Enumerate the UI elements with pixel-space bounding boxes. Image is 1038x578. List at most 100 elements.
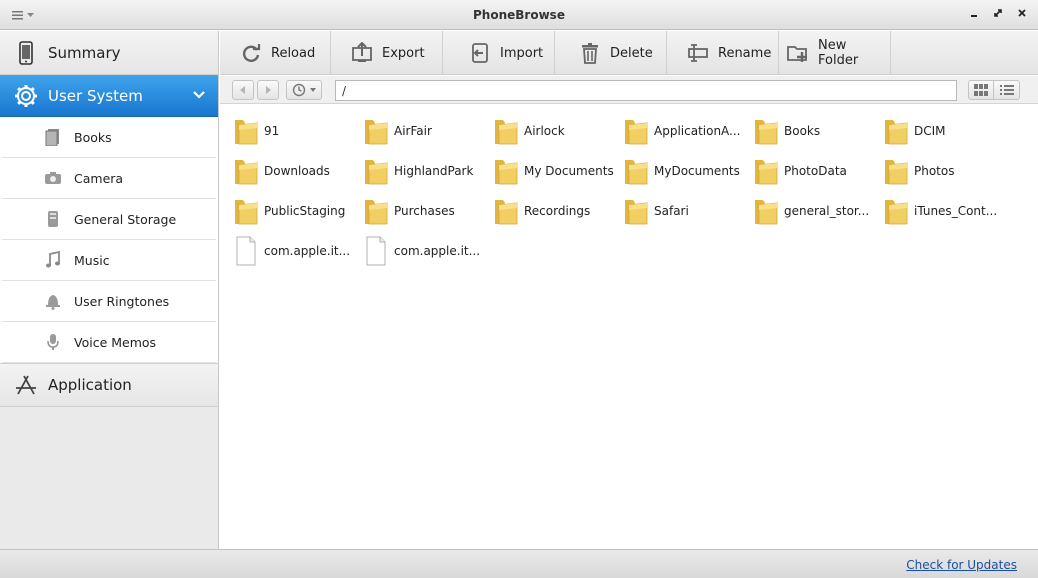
sidebar-item-label: Camera xyxy=(74,170,124,186)
folder-item[interactable]: 91 xyxy=(232,111,362,151)
new-folder-button[interactable]: New Folder xyxy=(779,31,891,75)
file-name: PublicStaging xyxy=(264,204,346,218)
folder-item[interactable]: AirFair xyxy=(362,111,492,151)
folder-item[interactable]: Downloads xyxy=(232,151,362,191)
sidebar-item-music[interactable]: Music xyxy=(2,240,216,281)
forward-button[interactable] xyxy=(257,80,279,100)
history-button[interactable] xyxy=(286,80,322,100)
folder-icon xyxy=(622,195,650,227)
gear-icon xyxy=(14,84,38,108)
file-name: PhotoData xyxy=(784,164,847,178)
file-name: Recordings xyxy=(524,204,591,218)
arrow-left-icon xyxy=(240,86,245,94)
close-button[interactable] xyxy=(1012,7,1032,23)
trash-icon xyxy=(579,42,601,64)
folder-icon xyxy=(232,195,260,227)
folder-icon xyxy=(492,155,520,187)
back-button[interactable] xyxy=(232,80,254,100)
folder-item[interactable]: PhotoData xyxy=(752,151,882,191)
folder-item[interactable]: MyDocuments xyxy=(622,151,752,191)
file-name: DCIM xyxy=(914,124,946,138)
folder-icon xyxy=(752,195,780,227)
file-name: 91 xyxy=(264,124,280,138)
folder-icon xyxy=(232,155,260,187)
file-name: general_stor... xyxy=(784,204,870,218)
storage-icon xyxy=(44,210,62,228)
folder-icon xyxy=(362,115,390,147)
folder-item[interactable]: HighlandPark xyxy=(362,151,492,191)
folder-item[interactable]: general_stor... xyxy=(752,191,882,231)
folder-item[interactable]: PublicStaging xyxy=(232,191,362,231)
folder-icon xyxy=(882,195,910,227)
sidebar-application-label: Application xyxy=(48,376,132,394)
folder-icon xyxy=(492,195,520,227)
address-bar xyxy=(220,76,1038,104)
export-button[interactable]: Export xyxy=(331,31,443,75)
folder-item[interactable]: Recordings xyxy=(492,191,622,231)
window-title: PhoneBrowse xyxy=(473,8,565,22)
camera-icon xyxy=(44,169,62,187)
rename-button[interactable]: Rename xyxy=(667,31,779,75)
folder-icon xyxy=(362,155,390,187)
sidebar-item-label: General Storage xyxy=(74,211,177,227)
sidebar-item-user-ringtones[interactable]: User Ringtones xyxy=(2,281,216,322)
folder-item[interactable]: Airlock xyxy=(492,111,622,151)
sidebar-item-label: Voice Memos xyxy=(74,334,157,350)
sidebar-item-voice-memos[interactable]: Voice Memos xyxy=(2,322,216,363)
file-item[interactable]: com.apple.it... xyxy=(232,231,362,271)
file-name: Downloads xyxy=(264,164,330,178)
rename-label: Rename xyxy=(718,45,772,61)
path-input[interactable] xyxy=(335,80,957,101)
delete-button[interactable]: Delete xyxy=(555,31,667,75)
file-name: Purchases xyxy=(394,204,455,218)
folder-icon xyxy=(232,115,260,147)
folder-icon xyxy=(622,115,650,147)
folder-icon xyxy=(362,195,390,227)
maximize-button[interactable] xyxy=(988,7,1008,23)
folder-icon xyxy=(492,115,520,147)
book-icon xyxy=(44,128,62,146)
file-item[interactable]: com.apple.it... xyxy=(362,231,492,271)
chevron-down-icon[interactable] xyxy=(192,88,206,106)
folder-item[interactable]: ApplicationA... xyxy=(622,111,752,151)
file-name: com.apple.it... xyxy=(394,244,481,258)
sidebar-item-general-storage[interactable]: General Storage xyxy=(2,199,216,240)
list-view-icon xyxy=(999,85,1014,95)
file-name: ApplicationA... xyxy=(654,124,741,138)
sidebar-application[interactable]: Application xyxy=(0,363,218,407)
minimize-button[interactable] xyxy=(964,7,984,23)
user-system-submenu: Books Camera General Storage Music User Ring… xyxy=(0,117,218,363)
file-grid: 91 AirFair Airlock ApplicationA... Books DCIM… xyxy=(232,111,1012,271)
import-label: Import xyxy=(500,45,544,61)
import-button[interactable]: Import xyxy=(443,31,555,75)
reload-button[interactable]: Reload xyxy=(220,31,331,75)
folder-item[interactable]: DCIM xyxy=(882,111,1012,151)
folder-item[interactable]: Books xyxy=(752,111,882,151)
icon-view-button[interactable] xyxy=(968,80,994,100)
arrow-right-icon xyxy=(266,86,271,94)
sidebar-item-camera[interactable]: Camera xyxy=(2,158,216,199)
list-view-button[interactable] xyxy=(994,80,1020,100)
folder-item[interactable]: Safari xyxy=(622,191,752,231)
sidebar-summary[interactable]: Summary xyxy=(0,31,218,75)
file-name: Books xyxy=(784,124,821,138)
folder-item[interactable]: Photos xyxy=(882,151,1012,191)
new-folder-label: New Folder xyxy=(818,38,859,68)
bell-icon xyxy=(44,292,62,310)
file-browser: 91 AirFair Airlock ApplicationA... Books DCIM… xyxy=(220,105,1038,549)
title-bar: PhoneBrowse xyxy=(0,0,1038,30)
folder-item[interactable]: Purchases xyxy=(362,191,492,231)
caret-down-icon xyxy=(309,88,316,92)
clock-icon xyxy=(292,83,305,97)
sidebar-user-system[interactable]: User System xyxy=(0,75,218,117)
folder-icon xyxy=(622,155,650,187)
document-icon xyxy=(232,235,260,267)
check-for-updates-link[interactable]: Check for Updates xyxy=(906,558,1017,572)
folder-item[interactable]: My Documents xyxy=(492,151,622,191)
file-name: MyDocuments xyxy=(654,164,740,178)
rename-icon xyxy=(687,42,709,64)
folder-item[interactable]: iTunes_Cont... xyxy=(882,191,1012,231)
toolbar: Reload Export Import Delete Rename New F… xyxy=(220,31,1038,75)
sidebar-item-books[interactable]: Books xyxy=(2,117,216,158)
app-store-icon xyxy=(14,373,38,397)
